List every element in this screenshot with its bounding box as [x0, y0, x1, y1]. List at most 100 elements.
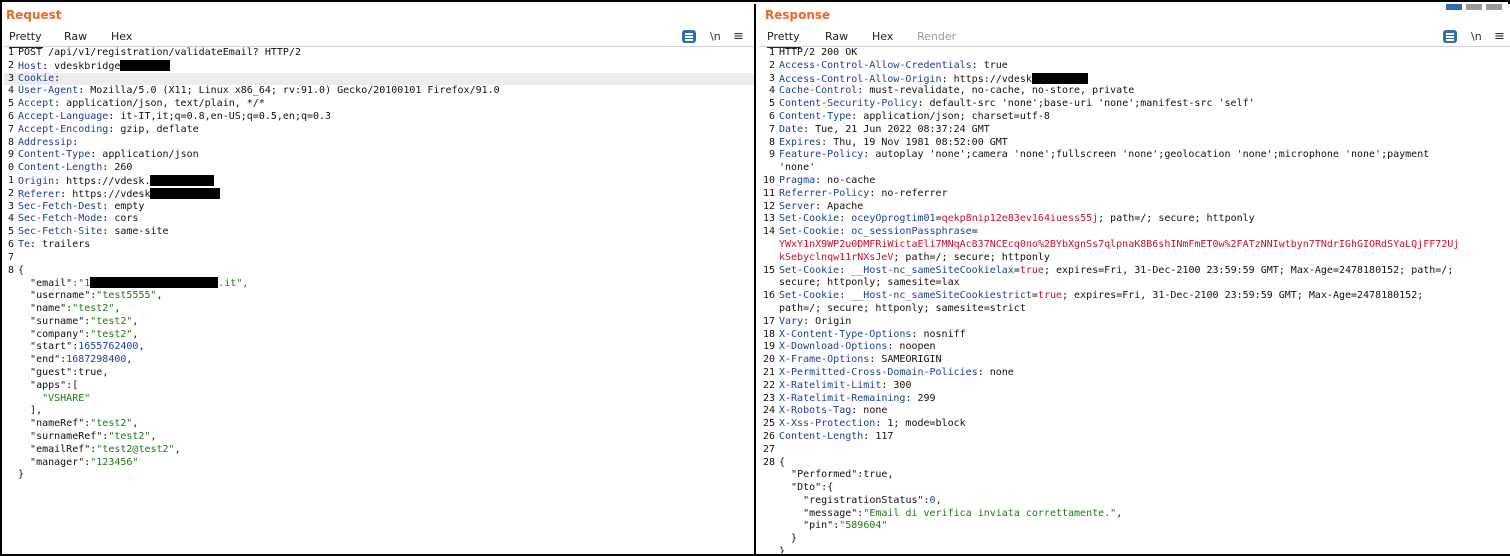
- line-content: "guest":true,: [18, 367, 108, 380]
- code-line: 13 Set-Cookie: oceyOprogtim01=qekp8nip12e…: [759, 213, 1510, 226]
- tab-raw[interactable]: Raw: [64, 27, 87, 46]
- line-content: {: [779, 457, 785, 470]
- header-separator: :: [881, 379, 894, 391]
- line-content: 'none': [779, 162, 815, 175]
- line-number: 5: [7, 98, 14, 110]
- header-name: Cache-Control: [779, 85, 858, 97]
- line-content: }: [779, 546, 785, 554]
- json-brace: {: [18, 264, 25, 276]
- pane-divider[interactable]: [754, 4, 756, 554]
- cookie-name: __Host-nc_sameSiteCookiestrict: [851, 290, 1032, 302]
- header-value: 1; mode=block: [887, 418, 966, 430]
- header-name: Set-Cookie: [779, 264, 840, 276]
- pretty-print-icon[interactable]: [1443, 30, 1457, 43]
- tab-raw[interactable]: Raw: [825, 27, 848, 46]
- code-line: "end":1687298400,: [4, 354, 754, 367]
- newline-toggle[interactable]: \n: [1471, 29, 1482, 44]
- json-comma: ,: [887, 469, 894, 481]
- menu-icon[interactable]: ≡: [1494, 29, 1505, 44]
- header-name: Accept-Encoding: [18, 123, 109, 135]
- code-line: "manager":"123456": [4, 457, 754, 470]
- layout-horizontal-icon[interactable]: [1466, 4, 1482, 10]
- header-name: User-Agent: [18, 85, 79, 97]
- header-name: Content-Length: [18, 162, 103, 174]
- request-body[interactable]: 1 POST /api/v1/registration/validateEmail…: [4, 47, 754, 554]
- line-content: }: [779, 533, 797, 546]
- line-content: path=/; secure; httponly; samesite=stric…: [779, 303, 1026, 316]
- header-name: X-Ratelimit-Limit: [779, 379, 882, 391]
- code-line: 18 X-Content-Type-Options: nosniff: [759, 329, 1510, 342]
- line-number: 14: [762, 226, 775, 238]
- code-line: 24 X-Robots-Tag: none: [759, 405, 1510, 418]
- tab-pretty[interactable]: Pretty: [9, 27, 43, 48]
- header-separator: :: [815, 174, 828, 186]
- pretty-print-icon[interactable]: [682, 30, 696, 43]
- menu-icon[interactable]: ≡: [733, 29, 744, 44]
- header-name: Content-Security-Policy: [779, 98, 918, 110]
- json-value: "589604": [839, 520, 888, 532]
- tab-render[interactable]: Render: [917, 27, 956, 46]
- json-key: "email": [30, 278, 73, 290]
- line-content: "Dto":{: [779, 482, 833, 495]
- line-content: kSebyclnqw11rNXsJeV; path=/; secure; htt…: [779, 252, 1050, 265]
- header-name: X-Ratelimit-Remaining: [779, 392, 906, 404]
- line-content: "email":"1 .it",: [18, 277, 248, 291]
- cookie-value: qekp8nip12e83ev164iuess55j: [941, 213, 1099, 225]
- request-pane: Request Pretty Raw Hex \n ≡ 1 POST /api/v…: [4, 4, 754, 554]
- header-name: Sec-Fetch-Dest: [18, 200, 103, 212]
- header-separator: :: [821, 136, 834, 148]
- line-content: Expires: Thu, 19 Nov 1981 08:52:00 GMT: [779, 137, 1008, 150]
- code-line: 4 User-Agent: Mozilla/5.0 (X11; Linux x86…: [4, 85, 754, 98]
- line-content: HTTP/2 200 OK: [779, 47, 857, 60]
- json-comma: ,: [156, 290, 163, 302]
- header-value: vdeskbridge: [54, 60, 121, 72]
- json-comma: ,: [150, 430, 157, 442]
- header-value: nosniff: [923, 328, 966, 340]
- header-value: 117: [875, 430, 894, 442]
- header-separator: :: [941, 73, 954, 85]
- header-value: https://vdesk.: [66, 175, 151, 187]
- json-token: "VSHARE": [42, 392, 91, 404]
- line-content: Referrer-Policy: no-referrer: [779, 188, 948, 201]
- line-number: 1: [7, 174, 14, 186]
- response-body[interactable]: 1 HTTP/2 200 OK 2 Access-Control-Allow-Cred…: [759, 47, 1510, 554]
- code-line: "registrationStatus":0,: [759, 495, 1510, 508]
- layout-split-icon[interactable]: [1446, 4, 1462, 10]
- line-content: "name":"test2",: [18, 303, 120, 316]
- code-line: "Dto":{: [759, 482, 1510, 495]
- code-line: 15 Set-Cookie: __Host-nc_sameSiteCookiela…: [759, 265, 1510, 278]
- response-tools: \n ≡: [1442, 29, 1506, 45]
- line-content: secure; httponly; samesite=lax: [779, 277, 960, 290]
- header-name: Pragma: [779, 174, 816, 186]
- json-key: "message": [803, 507, 858, 519]
- header-separator: :: [839, 213, 852, 225]
- layout-vertical-icon[interactable]: [1486, 4, 1502, 10]
- code-line: }: [759, 546, 1510, 554]
- line-content: Content-Type: application/json; charset=…: [779, 111, 1050, 124]
- code-line: 10 Pragma: no-cache: [759, 175, 1510, 188]
- json-value: :"1: [72, 278, 91, 290]
- tab-hex[interactable]: Hex: [872, 27, 893, 46]
- header-value: Tue, 21 Jun 2022 08:37:24 GMT: [815, 123, 990, 135]
- layout-toggle-icons[interactable]: [1442, 4, 1502, 11]
- line-number: 7: [7, 123, 14, 135]
- tab-pretty[interactable]: Pretty: [767, 27, 801, 48]
- newline-toggle[interactable]: \n: [710, 29, 721, 44]
- line-content: X-Permitted-Cross-Domain-Policies: none: [779, 367, 1014, 380]
- header-separator: :: [42, 60, 55, 72]
- json-token: }: [18, 469, 25, 481]
- tab-hex[interactable]: Hex: [111, 27, 132, 46]
- json-value: [: [72, 379, 79, 391]
- header-separator: :: [60, 188, 73, 200]
- line-number: 27: [762, 443, 775, 455]
- response-pane: Response Pretty Raw Hex Render \n ≡ 1 HTT…: [759, 4, 1510, 554]
- header-name: X-Xss-Protection: [779, 418, 876, 430]
- header-separator: :: [54, 98, 67, 110]
- cookie-name: __Host-nc_sameSiteCookielax: [851, 264, 1014, 276]
- line-number: 8: [768, 136, 775, 148]
- header-separator: :: [863, 149, 876, 161]
- line-content: "VSHARE": [18, 393, 90, 406]
- code-line: 20 X-Frame-Options: SAMEORIGIN: [759, 354, 1510, 367]
